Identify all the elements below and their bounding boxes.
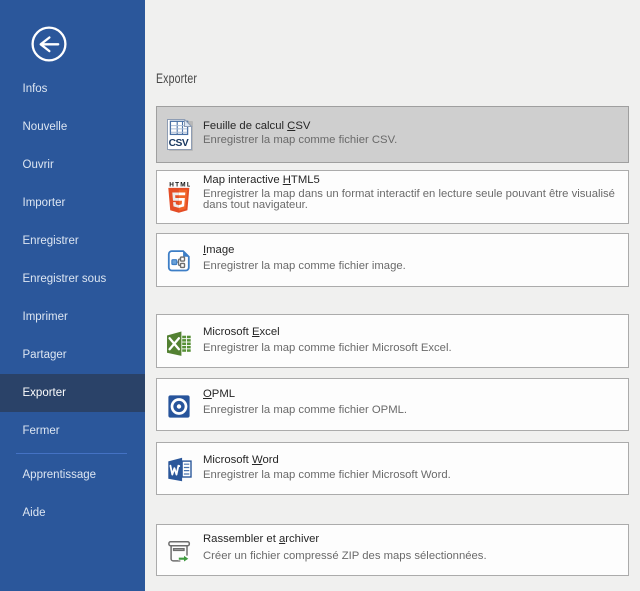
svg-text:HTML: HTML <box>169 181 190 188</box>
svg-text:CSV: CSV <box>169 138 189 149</box>
